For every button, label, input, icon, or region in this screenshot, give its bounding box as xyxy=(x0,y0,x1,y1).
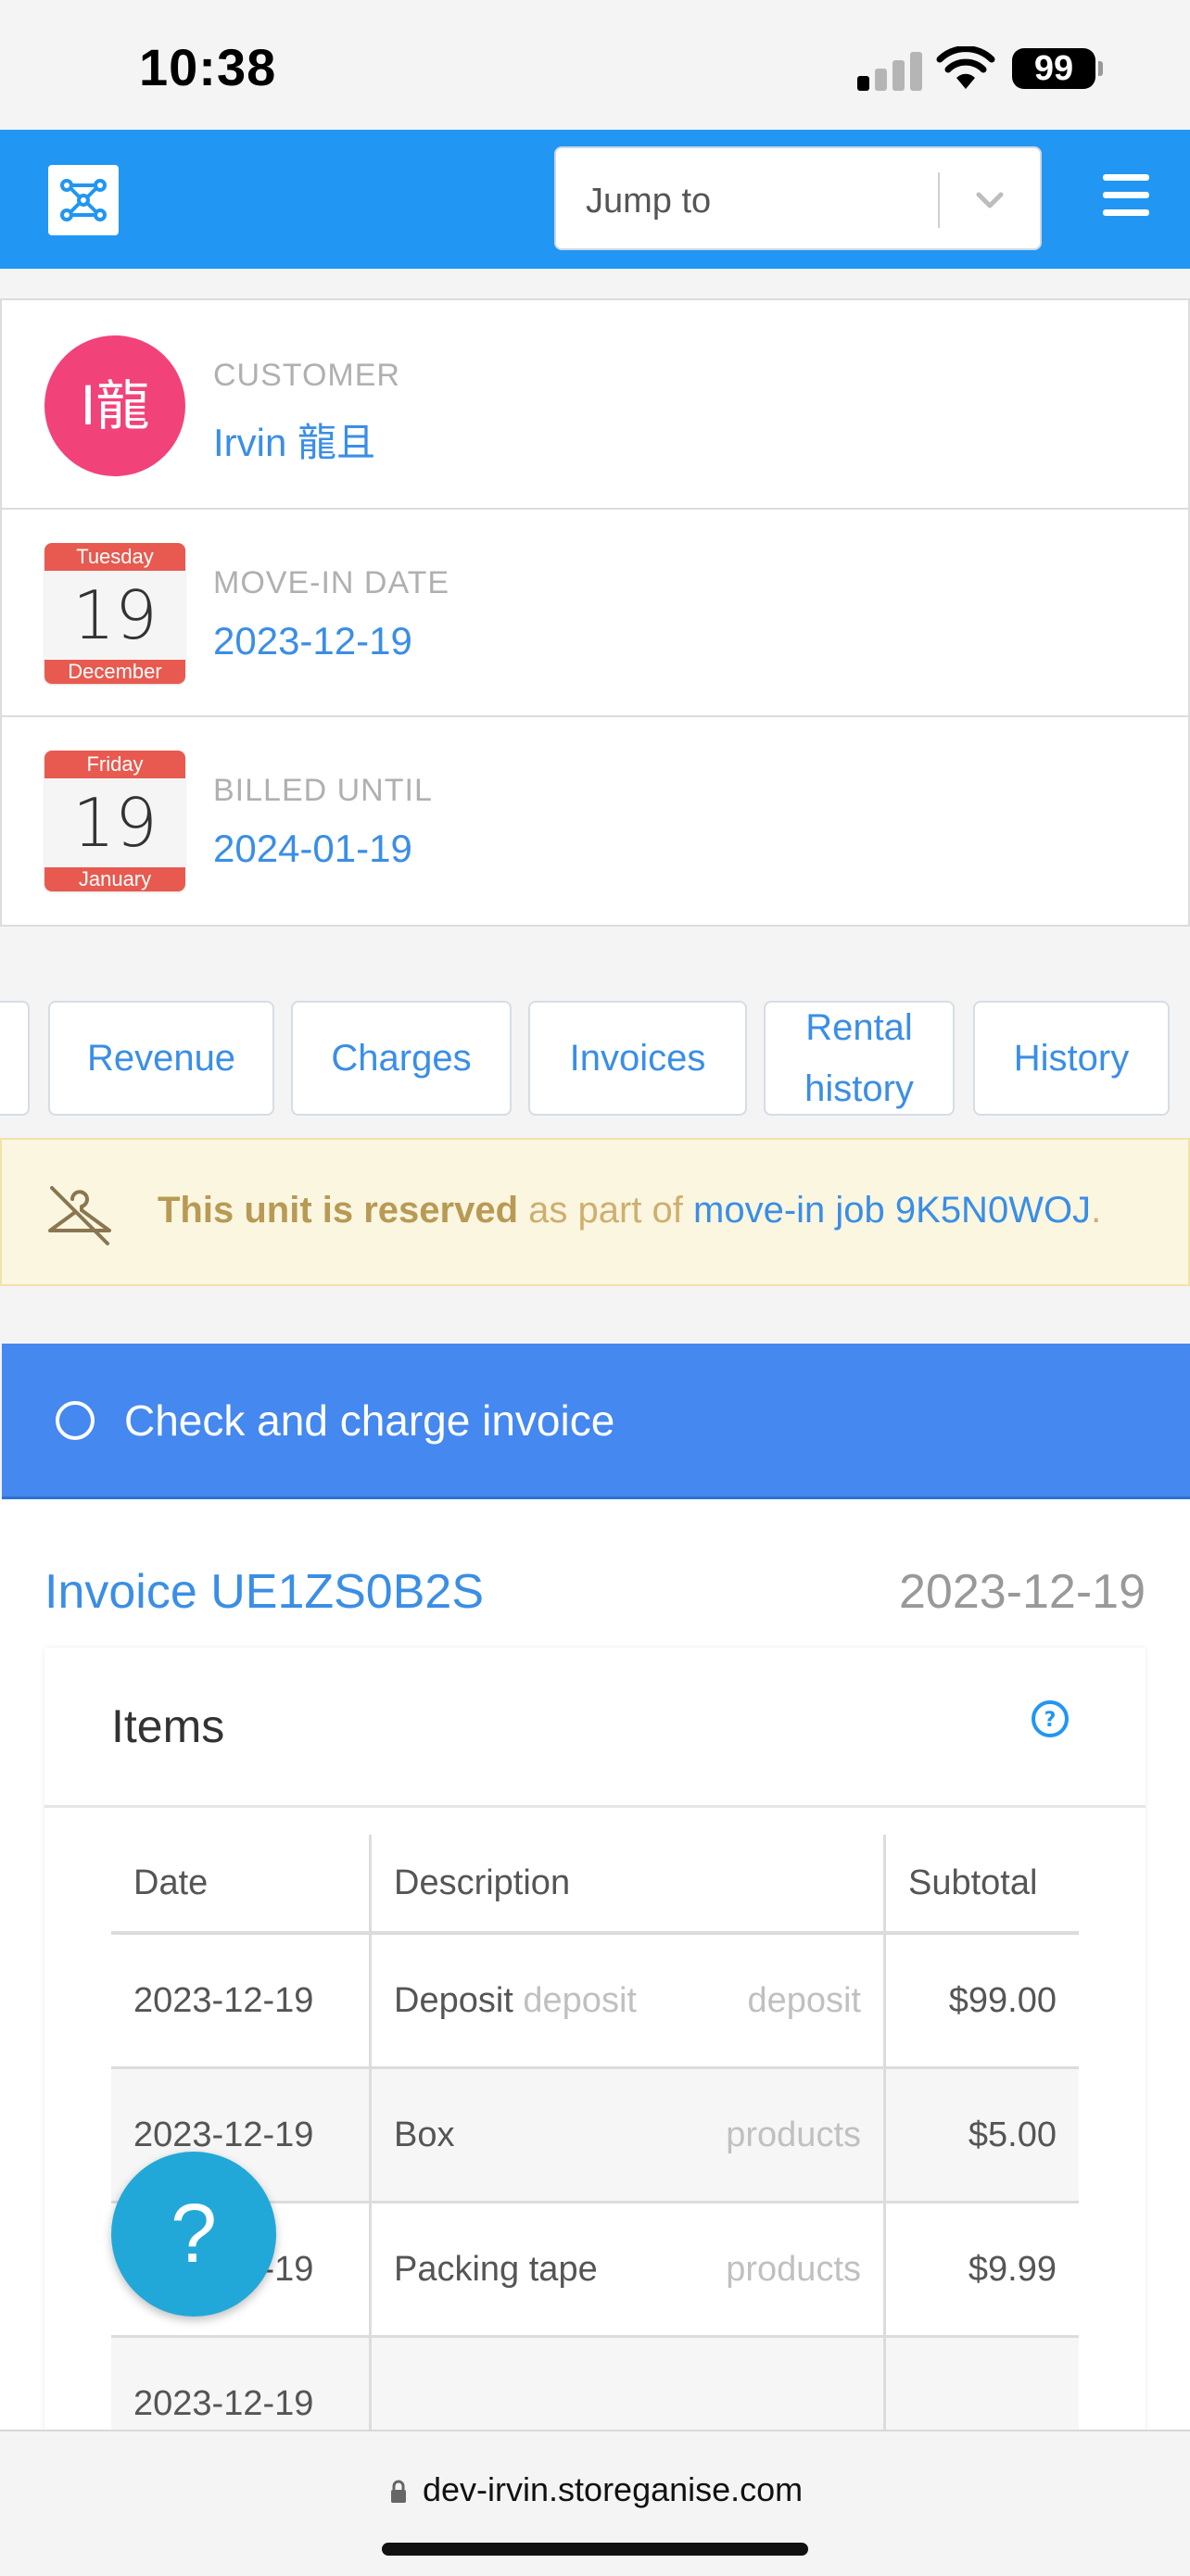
move-in-job-link[interactable]: move-in job 9K5N0WOJ xyxy=(693,1190,1091,1231)
row-subtotal: $99.00 xyxy=(884,1933,1079,2069)
row-desc-extra: deposit xyxy=(523,1980,637,2020)
calendar-month: January xyxy=(44,867,185,891)
check-charge-invoice-label: Check and charge invoice xyxy=(124,1396,615,1445)
tab-rental-history[interactable]: Rental history xyxy=(764,1001,955,1116)
jump-to-select[interactable]: Jump to xyxy=(554,146,1042,250)
calendar-day: 19 xyxy=(72,784,158,862)
radio-circle-icon[interactable] xyxy=(56,1401,95,1440)
calendar-icon: Tuesday 19 December xyxy=(44,543,185,684)
reserved-alert-end: . xyxy=(1091,1190,1102,1231)
hanger-off-icon xyxy=(48,1186,111,1245)
row-subtotal: $5.00 xyxy=(884,2067,1079,2203)
col-date: Date xyxy=(111,1835,372,1935)
status-time: 10:38 xyxy=(139,38,277,96)
row-subtotal: $9.99 xyxy=(884,2202,1079,2338)
row-date: 2023-12-19 xyxy=(111,1933,372,2069)
row-desc-name: Packing tape xyxy=(394,2249,598,2289)
battery-tip xyxy=(1098,61,1103,76)
network-logo-icon xyxy=(60,179,107,221)
items-header: Items ? xyxy=(44,1648,1146,1808)
battery-icon: 99 xyxy=(1012,48,1095,89)
customer-row: I龍 CUSTOMER Irvin 龍且 xyxy=(2,300,1188,510)
col-subtotal: Subtotal xyxy=(884,1835,1079,1935)
invoice-title-link[interactable]: Invoice UE1ZS0B2S xyxy=(44,1564,484,1620)
col-description: Description xyxy=(370,1835,886,1935)
app-header: Jump to xyxy=(0,130,1190,269)
help-circle-icon[interactable]: ? xyxy=(1031,1699,1070,1738)
items-card: Items ? Date Description Subtotal 2023-1… xyxy=(44,1648,1146,2481)
check-charge-invoice-button[interactable]: Check and charge invoice xyxy=(2,1344,1190,1499)
table-row: 2023-12-19 Deposit deposit deposit $99.00 xyxy=(111,1933,1079,2069)
billed-until-row: Friday 19 January BILLED UNTIL 2024-01-1… xyxy=(2,715,1188,923)
tab-revenue[interactable]: Revenue xyxy=(48,1001,274,1116)
browser-url[interactable]: dev-irvin.storeganise.com xyxy=(423,2470,803,2509)
status-bar: 10:38 99 xyxy=(0,0,1190,130)
reserved-alert-text: This unit is reserved as part of move-in… xyxy=(158,1190,1101,1231)
browser-url-bar[interactable]: dev-irvin.storeganise.com xyxy=(0,2430,1190,2576)
tab-history[interactable]: History xyxy=(973,1001,1170,1116)
jump-to-separator xyxy=(938,172,940,228)
lock-icon xyxy=(391,2480,406,2503)
calendar-weekday: Friday xyxy=(44,751,185,778)
calendar-month: December xyxy=(44,660,185,684)
home-indicator[interactable] xyxy=(382,2543,808,2556)
items-table-header: Date Description Subtotal xyxy=(111,1835,1079,1935)
tab-charges[interactable]: Charges xyxy=(291,1001,512,1116)
row-description: Deposit deposit deposit xyxy=(370,1933,886,2069)
row-description: Box products xyxy=(370,2067,886,2203)
tab-partial[interactable] xyxy=(0,1001,30,1116)
customer-label: CUSTOMER xyxy=(213,358,400,393)
jump-to-placeholder: Jump to xyxy=(586,182,712,221)
row-description: Packing tape products xyxy=(370,2202,886,2338)
move-in-row: Tuesday 19 December MOVE-IN DATE 2023-12… xyxy=(2,508,1188,717)
calendar-day: 19 xyxy=(72,576,158,654)
items-title: Items xyxy=(111,1700,225,1752)
row-desc-name: Deposit xyxy=(394,1980,513,2020)
move-in-label: MOVE-IN DATE xyxy=(213,565,450,600)
move-in-date-link[interactable]: 2023-12-19 xyxy=(213,619,412,663)
unit-info-panel: I龍 CUSTOMER Irvin 龍且 Tuesday 19 December… xyxy=(0,298,1190,927)
cellular-signal-icon xyxy=(857,48,924,91)
tab-invoices[interactable]: Invoices xyxy=(528,1001,747,1116)
items-table: Date Description Subtotal 2023-12-19 Dep… xyxy=(111,1835,1079,2472)
billed-until-label: BILLED UNTIL xyxy=(213,773,433,808)
customer-name-link[interactable]: Irvin 龍且 xyxy=(213,411,375,468)
chevron-down-icon[interactable] xyxy=(964,172,1016,228)
row-type: deposit xyxy=(747,1980,861,2020)
menu-icon[interactable] xyxy=(1103,174,1149,217)
reserved-alert: This unit is reserved as part of move-in… xyxy=(0,1138,1190,1286)
wifi-icon xyxy=(936,46,995,89)
row-type: products xyxy=(726,2249,861,2289)
row-desc-name: Box xyxy=(394,2115,455,2154)
avatar: I龍 xyxy=(44,335,185,476)
invoice-date: 2023-12-19 xyxy=(899,1565,1146,1619)
reserved-alert-strong: This unit is reserved xyxy=(158,1190,519,1231)
svg-text:?: ? xyxy=(1044,1709,1057,1732)
help-chat-button[interactable]: ? xyxy=(111,2152,276,2317)
billed-until-date-link[interactable]: 2024-01-19 xyxy=(213,827,412,871)
app-logo[interactable] xyxy=(48,165,119,235)
calendar-weekday: Tuesday xyxy=(44,543,185,571)
reserved-alert-middle: as part of xyxy=(518,1190,694,1231)
calendar-icon: Friday 19 January xyxy=(44,751,185,891)
row-type: products xyxy=(726,2115,861,2154)
